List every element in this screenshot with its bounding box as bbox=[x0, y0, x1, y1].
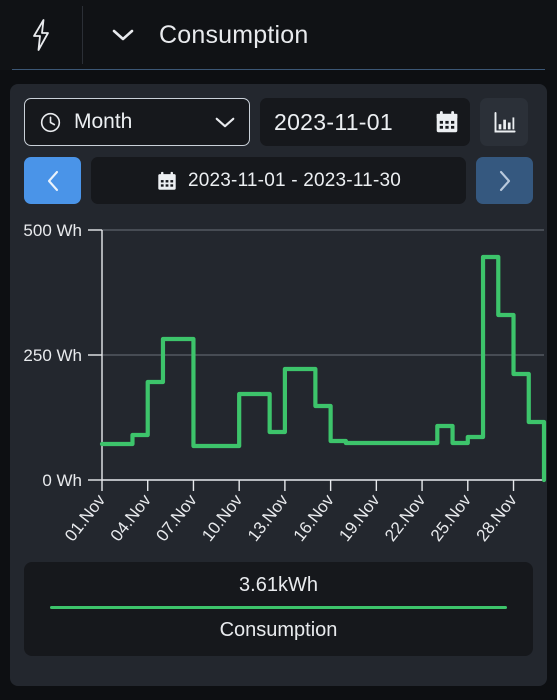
chevron-left-icon bbox=[47, 170, 58, 191]
bar-chart-icon bbox=[494, 111, 516, 132]
chart-legend: 3.61kWh Consumption bbox=[24, 562, 533, 656]
date-field-value: 2023-11-01 bbox=[274, 108, 393, 135]
x-axis-tick-label: 16.Nov bbox=[290, 490, 338, 545]
chart-type-button[interactable] bbox=[480, 98, 528, 146]
x-axis-tick-label: 19.Nov bbox=[335, 490, 383, 545]
controls-row: Month 2023-11-01 bbox=[24, 98, 533, 146]
x-axis-tick-label: 22.Nov bbox=[381, 490, 429, 545]
previous-period-button[interactable] bbox=[24, 157, 81, 204]
x-axis-tick-label: 07.Nov bbox=[152, 490, 200, 545]
header-underline bbox=[12, 69, 545, 70]
legend-total-value: 3.61kWh bbox=[239, 574, 318, 596]
consumption-card: Month 2023-11-01 2023-11-01 - 2023-11-30… bbox=[10, 84, 547, 686]
lightning-bolt-icon bbox=[33, 19, 49, 51]
chevron-down-icon bbox=[112, 29, 134, 41]
y-axis-tick-label: 500 Wh bbox=[24, 221, 82, 240]
chart-svg: 0 Wh 250 Wh 500 Wh 01.Nov04.Nov07.Nov10.Nov… bbox=[24, 221, 547, 545]
calendar-icon bbox=[158, 171, 176, 190]
range-navigation-row: 2023-11-01 - 2023-11-30 bbox=[24, 157, 533, 204]
next-period-button[interactable] bbox=[476, 157, 533, 204]
chevron-right-icon bbox=[499, 170, 510, 191]
header-main: Consumption bbox=[83, 0, 557, 70]
y-axis-tick-label: 0 Wh bbox=[42, 471, 82, 490]
page-title: Consumption bbox=[159, 20, 309, 49]
x-axis-tick-label: 13.Nov bbox=[244, 490, 292, 545]
period-select-value: Month bbox=[74, 110, 133, 133]
x-axis-tick-label: 01.Nov bbox=[61, 490, 109, 545]
x-axis-tick-label: 28.Nov bbox=[473, 490, 521, 545]
app-header: Consumption bbox=[0, 0, 557, 70]
date-range-text: 2023-11-01 - 2023-11-30 bbox=[187, 169, 402, 191]
period-select[interactable]: Month bbox=[24, 98, 250, 146]
legend-series-name: Consumption bbox=[219, 619, 338, 641]
consumption-series-line bbox=[99, 254, 547, 483]
chevron-down-icon bbox=[215, 117, 235, 127]
consumption-chart: 0 Wh 250 Wh 500 Wh 01.Nov 04.Nov 07.Nov 10.Nov… bbox=[24, 216, 547, 556]
x-axis-tick-label: 04.Nov bbox=[107, 490, 155, 545]
legend-color-rule bbox=[50, 606, 507, 609]
x-axis-tick-label: 10.Nov bbox=[198, 490, 246, 545]
y-axis-tick-label: 250 Wh bbox=[24, 346, 82, 365]
clock-icon bbox=[40, 112, 61, 132]
date-range-display[interactable]: 2023-11-01 - 2023-11-30 bbox=[91, 157, 466, 204]
x-axis-tick-label: 25.Nov bbox=[427, 490, 475, 545]
device-icon-cell bbox=[0, 0, 82, 70]
calendar-icon[interactable] bbox=[434, 109, 460, 135]
expand-chevron-button[interactable] bbox=[105, 17, 141, 53]
date-field[interactable]: 2023-11-01 bbox=[260, 98, 470, 146]
